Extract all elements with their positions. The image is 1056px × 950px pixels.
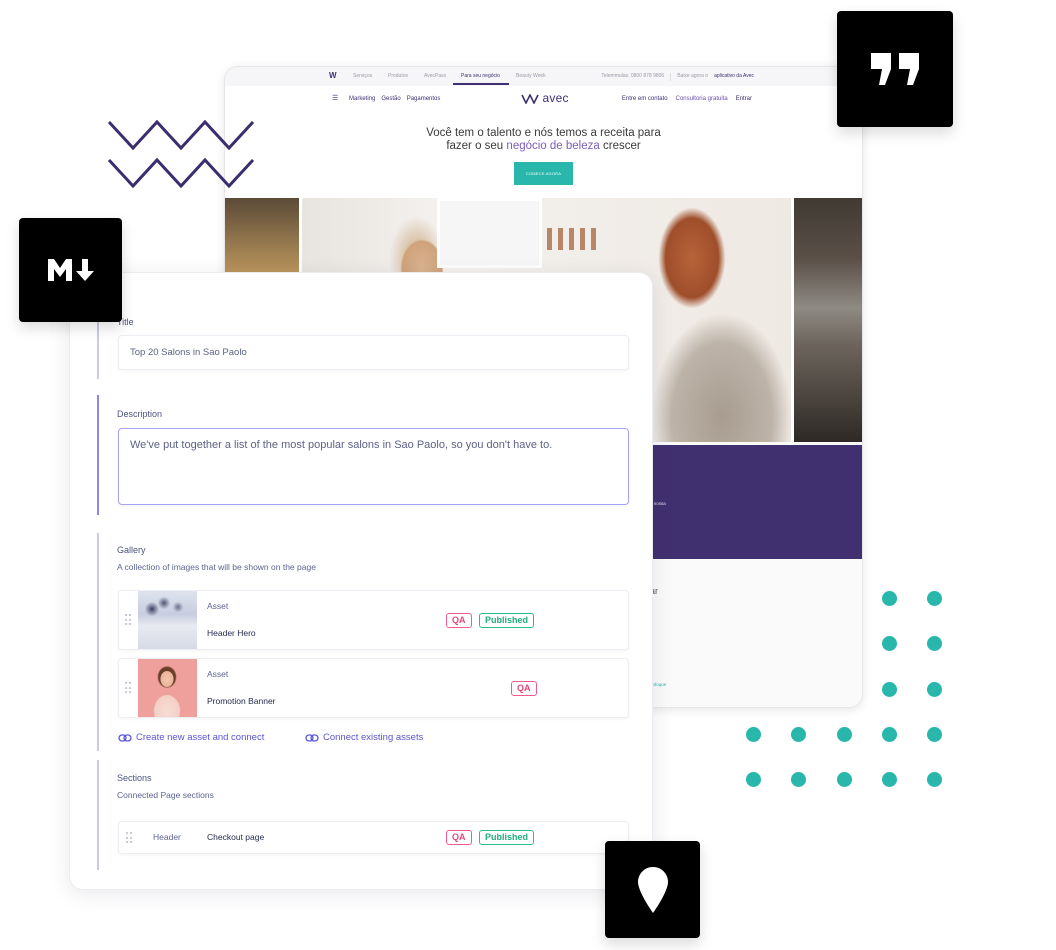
asset-thumbnail: [138, 659, 197, 717]
topbar-item-avecpass[interactable]: AvecPass: [424, 73, 446, 79]
asset-kind: Asset: [207, 669, 229, 679]
gallery-asset-row[interactable]: Asset Promotion Banner QA: [118, 658, 629, 718]
decorative-dot: [927, 681, 943, 697]
decorative-dot: [836, 772, 852, 788]
topbar-item-para-seu-negocio[interactable]: Para seu negócio: [461, 73, 500, 79]
avec-logo[interactable]: avec: [521, 91, 569, 105]
hero-line-2-suffix: crescer: [602, 140, 641, 152]
description-field-group: Description We've put together a list of…: [97, 395, 629, 515]
phone-number: Telemmulas: 0800 878 9806: [601, 73, 665, 79]
link-icon: [305, 733, 319, 742]
gallery-help-text: A collection of images that will be show…: [117, 562, 316, 572]
active-tab-underline: [453, 83, 509, 85]
connect-existing-assets-label: Connect existing assets: [323, 732, 424, 743]
description-label: Description: [117, 409, 163, 419]
link-icon: [118, 733, 132, 742]
product-bottle: [547, 228, 552, 250]
asset-thumbnail: [138, 591, 197, 649]
decorative-dot: [791, 726, 807, 742]
gallery-label: Gallery: [117, 545, 146, 555]
decorative-dot: [881, 726, 897, 742]
create-new-asset-link[interactable]: Create new asset and connect: [118, 732, 264, 743]
decorative-dot: [791, 772, 807, 788]
nav-contato[interactable]: Entre em contato: [622, 96, 668, 102]
cms-entry-form: Title Top 20 Salons in Sao Paolo Descrip…: [69, 272, 653, 890]
divider: [670, 73, 672, 81]
download-app-link[interactable]: aplicativo da Avec: [714, 73, 754, 81]
hero-line-2: fazer o seu negócio de beleza crescer: [225, 140, 862, 153]
qa-status-badge: QA: [446, 830, 472, 845]
zigzag-decoration-icon: [107, 119, 255, 189]
qa-status-badge: QA: [446, 613, 472, 628]
nav-marketing[interactable]: Marketing: [349, 96, 375, 102]
quote-icon: [871, 53, 919, 85]
markdown-badge: [19, 218, 122, 322]
nav-entrar[interactable]: Entrar: [736, 96, 752, 102]
description-textarea[interactable]: We've put together a list of the most po…: [118, 428, 629, 505]
asset-kind: Asset: [207, 601, 229, 611]
markdown-icon: [47, 259, 94, 281]
section-name: Checkout page: [207, 832, 265, 842]
quote-badge: [837, 11, 953, 127]
comece-agora-button[interactable]: COMECE AGORA: [513, 162, 574, 185]
gallery-field-group: Gallery A collection of images that will…: [97, 533, 629, 751]
decorative-dot: [927, 591, 943, 606]
title-field-group: Title Top 20 Salons in Sao Paolo: [97, 309, 629, 379]
decorative-dot: [927, 636, 943, 652]
asset-name: Promotion Banner: [207, 696, 276, 706]
nav-consultoria[interactable]: Consultoria gratuita: [676, 96, 728, 102]
qa-status-badge: QA: [511, 681, 537, 696]
topbar-right: Telemmulas: 0800 878 9806 Baixe agora o …: [601, 73, 754, 81]
drag-handle-icon[interactable]: [125, 614, 131, 626]
avec-logo-mark-icon: [521, 93, 539, 105]
hero-accent-text: negócio de beleza: [506, 140, 600, 152]
gallery-asset-row[interactable]: Asset Header Hero QA Published: [118, 590, 629, 650]
avec-logo-text: avec: [542, 91, 569, 105]
hero-line-2-prefix: fazer o seu: [446, 140, 504, 152]
decorative-dot: [746, 726, 761, 742]
topbar-item-produtos[interactable]: Produtos: [388, 73, 408, 79]
download-prefix: Baixe agora o: [677, 73, 709, 79]
product-bottle: [591, 228, 596, 250]
decorative-dot: [881, 636, 897, 652]
nav-pagamentos[interactable]: Pagamentos: [407, 96, 441, 102]
published-status-badge: Published: [479, 830, 535, 845]
title-input[interactable]: Top 20 Salons in Sao Paolo: [118, 335, 629, 370]
site-topbar: W Serviços Produtos AvecPass Para seu ne…: [225, 67, 862, 86]
decorative-dot: [927, 726, 943, 742]
drag-handle-icon[interactable]: [126, 832, 132, 844]
drag-handle-icon[interactable]: [125, 682, 131, 694]
location-badge: [605, 841, 700, 938]
section-type: Header: [153, 832, 181, 842]
site-main-nav: ☰ Marketing Gestão Pagamentos avec Entre…: [225, 86, 862, 112]
topbar-item-beauty-week[interactable]: Beauty Week: [516, 73, 546, 79]
published-status-badge: Published: [479, 613, 535, 628]
dot-grid-decoration: [745, 590, 945, 790]
sections-help-text: Connected Page sections: [117, 790, 214, 800]
hero-line-1: Você tem o talento e nós temos a receita…: [426, 127, 661, 139]
decorative-dot: [746, 772, 761, 788]
product-bottle: [580, 228, 585, 250]
product-bottle: [558, 228, 563, 250]
decorative-dot: [881, 591, 897, 606]
sections-field-group: Sections Connected Page sections Header …: [97, 760, 629, 870]
decorative-dot: [836, 726, 852, 742]
hamburger-icon[interactable]: ☰: [332, 94, 338, 102]
hero-section: Você tem o talento e nós temos a receita…: [225, 112, 862, 198]
topbar-item-servicos[interactable]: Serviços: [353, 73, 372, 79]
sections-label: Sections: [117, 773, 152, 783]
section-row[interactable]: Header Checkout page QA Published: [118, 821, 629, 854]
nav-gestao[interactable]: Gestão: [381, 96, 400, 102]
decorative-dot: [927, 772, 943, 788]
salon-interior-photo: [794, 198, 862, 442]
decorative-dot: [881, 772, 897, 788]
connect-existing-assets-link[interactable]: Connect existing assets: [305, 732, 423, 743]
site-small-logo[interactable]: W: [329, 71, 337, 80]
product-bottle: [569, 228, 574, 250]
decorative-dot: [881, 681, 897, 697]
create-new-asset-label: Create new asset and connect: [136, 732, 265, 743]
asset-name: Header Hero: [207, 628, 256, 638]
location-pin-icon: [637, 866, 668, 913]
shelf: [437, 198, 542, 268]
